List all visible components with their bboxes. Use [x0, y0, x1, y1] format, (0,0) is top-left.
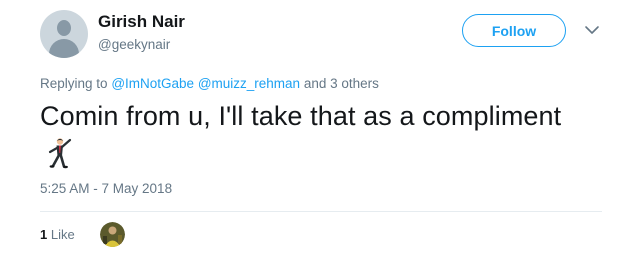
replying-to-line: Replying to @ImNotGabe @muizz_rehman and… — [40, 76, 379, 91]
tweet-timestamp[interactable]: 5:25 AM - 7 May 2018 — [40, 181, 172, 196]
follow-button[interactable]: Follow — [462, 14, 566, 47]
likes-label: Like — [50, 227, 75, 242]
likes-count: 1 — [40, 227, 48, 242]
avatar-head-shape — [57, 20, 71, 36]
author-handle[interactable]: @geekynair — [98, 37, 170, 52]
divider — [40, 211, 602, 212]
replying-prefix: Replying to — [40, 76, 108, 91]
mention-link[interactable]: @ImNotGabe — [111, 76, 194, 91]
avatar-body-shape — [49, 39, 79, 58]
liker-avatar[interactable] — [100, 222, 125, 247]
man-dancing-icon — [48, 138, 72, 169]
chevron-down-icon[interactable] — [583, 23, 601, 37]
likes-stat[interactable]: 1 Like — [40, 227, 75, 242]
liker-avatar-image — [100, 222, 125, 247]
tweet-text: Comin from u, I'll take that as a compli… — [40, 101, 562, 131]
mention-link[interactable]: @muizz_rehman — [198, 76, 300, 91]
author-avatar[interactable] — [40, 10, 88, 58]
author-name[interactable]: Girish Nair — [98, 12, 185, 32]
replying-suffix: and 3 others — [303, 76, 379, 91]
